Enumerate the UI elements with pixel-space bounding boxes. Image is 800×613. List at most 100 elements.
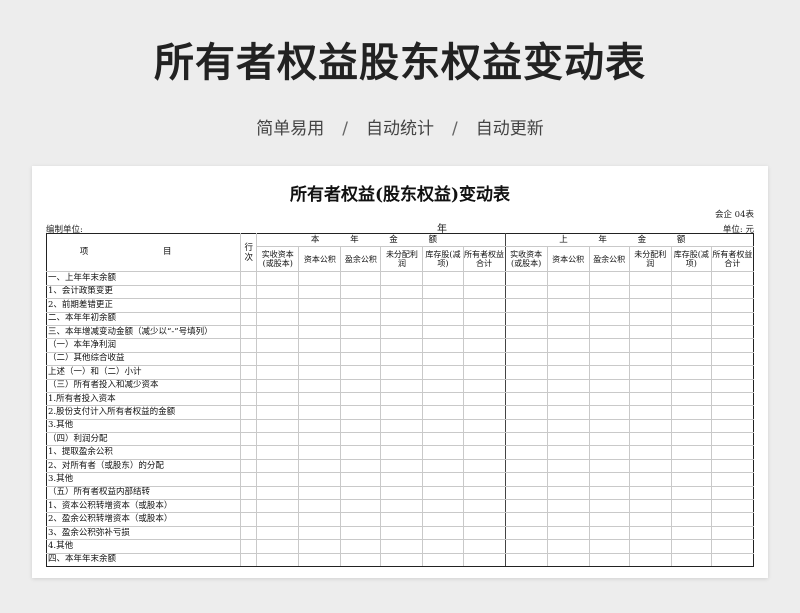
amount-cell[interactable]: [670, 485, 712, 501]
amount-cell[interactable]: [256, 418, 300, 434]
amount-cell[interactable]: [340, 271, 382, 286]
amount-cell[interactable]: [504, 458, 548, 474]
amount-cell[interactable]: [298, 512, 342, 527]
amount-cell[interactable]: [380, 324, 424, 340]
amount-cell[interactable]: [380, 378, 424, 393]
amount-cell[interactable]: [422, 432, 464, 447]
amount-cell[interactable]: [588, 338, 630, 353]
amount-cell[interactable]: [298, 351, 342, 367]
amount-cell[interactable]: [380, 365, 424, 380]
amount-cell[interactable]: [380, 271, 424, 286]
amount-cell[interactable]: [628, 391, 672, 407]
amount-cell[interactable]: [298, 284, 342, 300]
amount-cell[interactable]: [380, 512, 424, 527]
amount-cell[interactable]: [504, 472, 548, 487]
amount-cell[interactable]: [340, 351, 382, 367]
amount-cell[interactable]: [628, 405, 672, 420]
amount-cell[interactable]: [628, 271, 672, 286]
amount-cell[interactable]: [546, 552, 590, 567]
amount-cell[interactable]: [256, 432, 300, 447]
amount-cell[interactable]: [670, 324, 712, 340]
amount-cell[interactable]: [670, 378, 712, 393]
amount-cell[interactable]: [588, 405, 630, 420]
amount-cell[interactable]: [256, 552, 300, 567]
amount-cell[interactable]: [628, 552, 672, 567]
amount-cell[interactable]: [340, 378, 382, 393]
amount-cell[interactable]: [422, 324, 464, 340]
amount-cell[interactable]: [298, 539, 342, 554]
amount-cell[interactable]: [628, 485, 672, 501]
amount-cell[interactable]: [710, 271, 755, 286]
amount-cell[interactable]: [422, 338, 464, 353]
amount-cell[interactable]: [380, 445, 424, 460]
amount-cell[interactable]: [298, 391, 342, 407]
amount-cell[interactable]: [298, 338, 342, 353]
amount-cell[interactable]: [380, 539, 424, 554]
amount-cell[interactable]: [504, 552, 548, 567]
amount-cell[interactable]: [546, 365, 590, 380]
amount-cell[interactable]: [256, 271, 300, 286]
amount-cell[interactable]: [256, 512, 300, 527]
amount-cell[interactable]: [628, 378, 672, 393]
amount-cell[interactable]: [422, 458, 464, 474]
amount-cell[interactable]: [256, 391, 300, 407]
amount-cell[interactable]: [710, 525, 755, 541]
amount-cell[interactable]: [380, 298, 424, 313]
amount-cell[interactable]: [710, 298, 755, 313]
amount-cell[interactable]: [670, 405, 712, 420]
amount-cell[interactable]: [670, 298, 712, 313]
amount-cell[interactable]: [422, 365, 464, 380]
amount-cell[interactable]: [628, 458, 672, 474]
amount-cell[interactable]: [298, 432, 342, 447]
amount-cell[interactable]: [380, 499, 424, 514]
amount-cell[interactable]: [628, 284, 672, 300]
amount-cell[interactable]: [340, 472, 382, 487]
amount-cell[interactable]: [422, 405, 464, 420]
amount-cell[interactable]: [670, 311, 712, 326]
amount-cell[interactable]: [340, 525, 382, 541]
amount-cell[interactable]: [628, 525, 672, 541]
amount-cell[interactable]: [628, 539, 672, 554]
amount-cell[interactable]: [380, 338, 424, 353]
amount-cell[interactable]: [628, 472, 672, 487]
amount-cell[interactable]: [546, 298, 590, 313]
amount-cell[interactable]: [588, 525, 630, 541]
amount-cell[interactable]: [670, 552, 712, 567]
amount-cell[interactable]: [670, 445, 712, 460]
amount-cell[interactable]: [340, 552, 382, 567]
amount-cell[interactable]: [256, 525, 300, 541]
amount-cell[interactable]: [670, 432, 712, 447]
amount-cell[interactable]: [298, 445, 342, 460]
amount-cell[interactable]: [380, 284, 424, 300]
amount-cell[interactable]: [504, 338, 548, 353]
amount-cell[interactable]: [422, 418, 464, 434]
amount-cell[interactable]: [340, 432, 382, 447]
amount-cell[interactable]: [340, 338, 382, 353]
amount-cell[interactable]: [546, 324, 590, 340]
amount-cell[interactable]: [380, 525, 424, 541]
amount-cell[interactable]: [462, 525, 506, 541]
amount-cell[interactable]: [340, 418, 382, 434]
amount-cell[interactable]: [546, 539, 590, 554]
amount-cell[interactable]: [710, 458, 755, 474]
amount-cell[interactable]: [588, 458, 630, 474]
amount-cell[interactable]: [256, 284, 300, 300]
amount-cell[interactable]: [710, 499, 755, 514]
amount-cell[interactable]: [504, 365, 548, 380]
amount-cell[interactable]: [256, 472, 300, 487]
amount-cell[interactable]: [422, 472, 464, 487]
amount-cell[interactable]: [588, 539, 630, 554]
amount-cell[interactable]: [422, 351, 464, 367]
amount-cell[interactable]: [504, 499, 548, 514]
amount-cell[interactable]: [546, 391, 590, 407]
amount-cell[interactable]: [546, 432, 590, 447]
amount-cell[interactable]: [628, 298, 672, 313]
amount-cell[interactable]: [588, 378, 630, 393]
amount-cell[interactable]: [670, 525, 712, 541]
amount-cell[interactable]: [462, 499, 506, 514]
amount-cell[interactable]: [380, 405, 424, 420]
amount-cell[interactable]: [588, 552, 630, 567]
amount-cell[interactable]: [546, 485, 590, 501]
amount-cell[interactable]: [462, 458, 506, 474]
amount-cell[interactable]: [710, 512, 755, 527]
